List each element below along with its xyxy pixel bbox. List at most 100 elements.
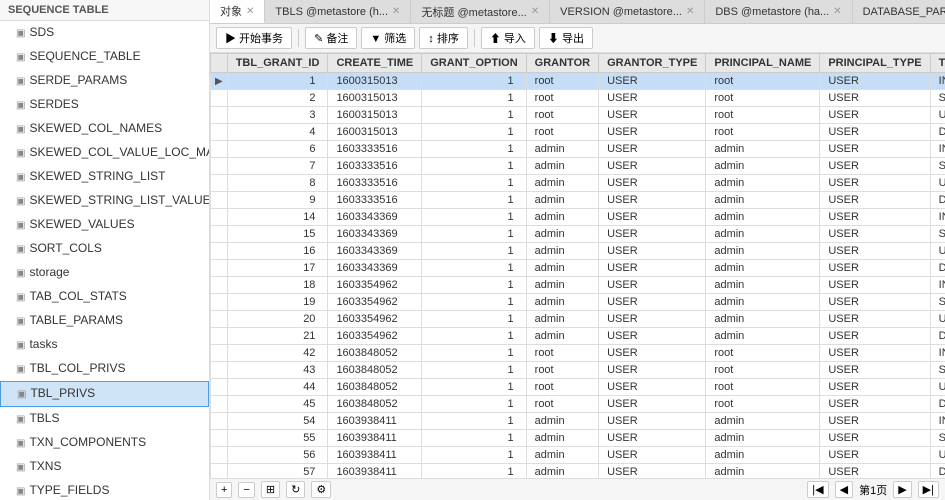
cell-grant_option[interactable]: 1 [422,192,526,209]
cell-grantor_type[interactable]: USER [599,311,706,328]
cell-principal_name[interactable]: root [706,73,820,90]
cell-create_time[interactable]: 1603848052 [328,345,422,362]
table-row[interactable]: 616033335161adminUSERadminUSERINSERT1044… [211,141,945,158]
cell-principal_type[interactable]: USER [820,396,930,413]
cell-grantor_type[interactable]: USER [599,447,706,464]
cell-grant_option[interactable]: 1 [422,277,526,294]
settings-button[interactable]: ⚙ [311,481,331,498]
sidebar-item-skewed_string_list_values[interactable]: ▣SKEWED_STRING_LIST_VALUES [0,189,209,213]
cell-grantor_type[interactable]: USER [599,294,706,311]
cell-grantor[interactable]: root [526,362,598,379]
cell-principal_type[interactable]: USER [820,158,930,175]
cell-principal_name[interactable]: admin [706,158,820,175]
cell-grantor_type[interactable]: USER [599,175,706,192]
cell-tbl_grant_id[interactable]: 8 [227,175,328,192]
table-row[interactable]: 5416039384111adminUSERadminUSERINSERT124… [211,413,945,430]
cell-grantor[interactable]: admin [526,447,598,464]
cell-grantor[interactable]: admin [526,464,598,479]
cell-create_time[interactable]: 1603354962 [328,328,422,345]
cell-grantor_type[interactable]: USER [599,362,706,379]
sidebar-item-storage[interactable]: ▣storage [0,261,209,285]
cell-create_time[interactable]: 1603343369 [328,243,422,260]
cell-principal_name[interactable]: root [706,396,820,413]
cell-grantor_type[interactable]: USER [599,90,706,107]
sidebar-item-sort_cols[interactable]: ▣SORT_COLS [0,237,209,261]
cell-create_time[interactable]: 1603938411 [328,430,422,447]
cell-create_time[interactable]: 1603938411 [328,464,422,479]
cell-tbl_grant_id[interactable]: 2 [227,90,328,107]
cell-create_time[interactable]: 1600315013 [328,107,422,124]
cell-tbl_priv[interactable]: SELECT [930,90,945,107]
cell-grantor[interactable]: root [526,90,598,107]
cell-principal_name[interactable]: root [706,345,820,362]
cell-principal_type[interactable]: USER [820,175,930,192]
table-row[interactable]: 1416033433691adminUSERadminUSERINSERT104… [211,209,945,226]
cell-tbl_grant_id[interactable]: 4 [227,124,328,141]
cell-grantor[interactable]: root [526,396,598,413]
cell-tbl_priv[interactable]: SELECT [930,430,945,447]
cell-tbl_grant_id[interactable]: 1 [227,73,328,90]
cell-grantor[interactable]: root [526,345,598,362]
cell-principal_name[interactable]: admin [706,328,820,345]
cell-create_time[interactable]: 1603938411 [328,447,422,464]
cell-tbl_priv[interactable]: INSERT [930,345,945,362]
cell-create_time[interactable]: 1603333516 [328,192,422,209]
sidebar-item-tbl_privs[interactable]: ▣TBL_PRIVS [0,381,209,407]
sidebar-item-serdes[interactable]: ▣SERDES [0,93,209,117]
table-row[interactable]: 1516033433691adminUSERadminUSERSELECT104… [211,226,945,243]
cell-tbl_grant_id[interactable]: 14 [227,209,328,226]
cell-tbl_grant_id[interactable]: 18 [227,277,328,294]
column-header-create_time[interactable]: CREATE_TIME [328,54,422,73]
tab-dbs__metastore__ha___[interactable]: DBS @metastore (ha...✕ [705,0,852,23]
cell-principal_type[interactable]: USER [820,243,930,260]
sidebar-item-tbl_col_privs[interactable]: ▣TBL_COL_PRIVS [0,357,209,381]
cell-principal_name[interactable]: admin [706,175,820,192]
table-row[interactable]: 5516039384111adminUSERadminUSERSELECT124… [211,430,945,447]
cell-tbl_priv[interactable]: INSERT [930,209,945,226]
cell-principal_type[interactable]: USER [820,277,930,294]
tab-close-icon[interactable]: ✕ [246,6,254,17]
refresh-button[interactable]: ↻ [286,481,305,498]
comment-button[interactable]: ✎ 备注 [305,27,357,49]
tab-close-icon[interactable]: ✕ [686,6,694,17]
cell-tbl_grant_id[interactable]: 57 [227,464,328,479]
cell-tbl_grant_id[interactable]: 56 [227,447,328,464]
cell-create_time[interactable]: 1603343369 [328,209,422,226]
cell-grant_option[interactable]: 1 [422,464,526,479]
cell-tbl_grant_id[interactable]: 19 [227,294,328,311]
table-row[interactable]: 316003150131rootUSERrootUSERUPDATE4331 [211,107,945,124]
cell-principal_type[interactable]: USER [820,328,930,345]
cell-grant_option[interactable]: 1 [422,447,526,464]
cell-tbl_priv[interactable]: SELECT [930,158,945,175]
cell-grant_option[interactable]: 1 [422,396,526,413]
column-header-tbl_priv[interactable]: TBL_PRIV [930,54,945,73]
table-row[interactable]: 216003150131rootUSERrootUSERSELECT4331 [211,90,945,107]
table-row[interactable]: 1916033549621adminUSERadminUSERSELECT105… [211,294,945,311]
cell-tbl_grant_id[interactable]: 55 [227,430,328,447]
cell-grantor[interactable]: root [526,379,598,396]
sidebar-item-txns[interactable]: ▣TXNS [0,455,209,479]
sidebar-item-skewed_col_value_loc_map[interactable]: ▣SKEWED_COL_VALUE_LOC_MAP [0,141,209,165]
cell-tbl_priv[interactable]: SELECT [930,226,945,243]
cell-grantor[interactable]: admin [526,226,598,243]
tab-close-icon[interactable]: ✕ [531,6,539,17]
cell-grantor_type[interactable]: USER [599,260,706,277]
cell-grantor[interactable]: admin [526,311,598,328]
cell-tbl_grant_id[interactable]: 42 [227,345,328,362]
cell-principal_type[interactable]: USER [820,447,930,464]
table-row[interactable]: 716033335161adminUSERadminUSERSELECT1044… [211,158,945,175]
cell-grantor[interactable]: admin [526,260,598,277]
table-row[interactable]: 4316038480521rootUSERrootUSERSELECT12151 [211,362,945,379]
cell-grant_option[interactable]: 1 [422,226,526,243]
cell-tbl_priv[interactable]: DELETE [930,396,945,413]
copy-row-button[interactable]: ⊞ [261,481,280,498]
cell-grantor[interactable]: admin [526,175,598,192]
add-row-button[interactable]: + [216,482,232,498]
cell-grantor_type[interactable]: USER [599,107,706,124]
cell-tbl_priv[interactable]: INSERT [930,73,945,90]
cell-tbl_priv[interactable]: UPDATE [930,311,945,328]
cell-grant_option[interactable]: 1 [422,243,526,260]
cell-principal_type[interactable]: USER [820,345,930,362]
column-header-grantor_type[interactable]: GRANTOR_TYPE [599,54,706,73]
cell-grant_option[interactable]: 1 [422,362,526,379]
